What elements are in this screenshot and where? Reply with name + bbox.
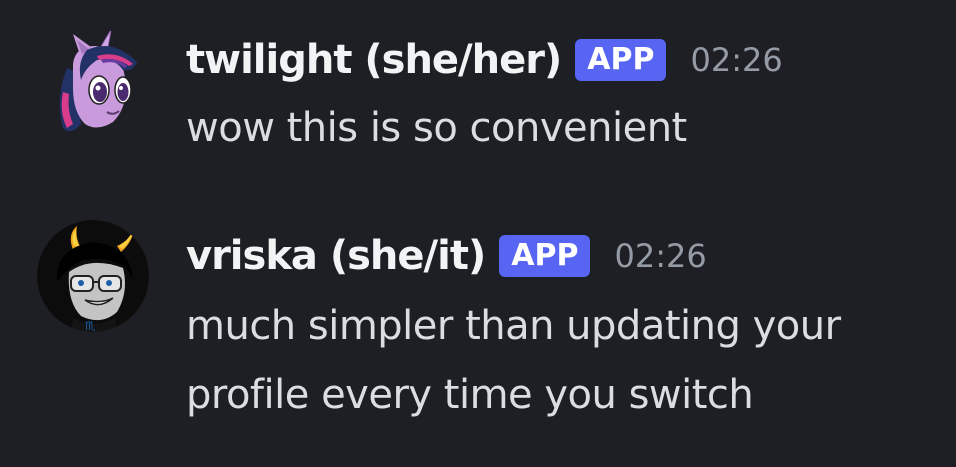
svg-text:♏: ♏ [85,319,96,332]
message-content: wow this is so convenient [186,94,687,163]
username[interactable]: vriska (she/it) [186,233,486,279]
twilight-sparkle-pony-avatar-icon [37,28,149,140]
app-badge: APP [575,39,667,81]
chat-message-list: twilight (she/her) APP 02:26 wow this is… [0,0,956,467]
avatar[interactable] [37,28,149,140]
message-line: wow this is so convenient [186,105,687,151]
avatar[interactable]: ♏ [37,220,149,332]
vriska-troll-avatar-icon: ♏ [37,220,149,332]
message-content: much simpler than updating your profile … [186,292,841,430]
message-line: profile every time you switch [186,372,754,418]
timestamp[interactable]: 02:26 [614,237,706,275]
timestamp[interactable]: 02:26 [690,41,782,79]
username[interactable]: twilight (she/her) [186,37,562,83]
message-header: vriska (she/it) APP 02:26 [186,226,707,286]
message-line: much simpler than updating your [186,303,841,349]
app-badge: APP [499,235,591,277]
message-header: twilight (she/her) APP 02:26 [186,30,783,90]
